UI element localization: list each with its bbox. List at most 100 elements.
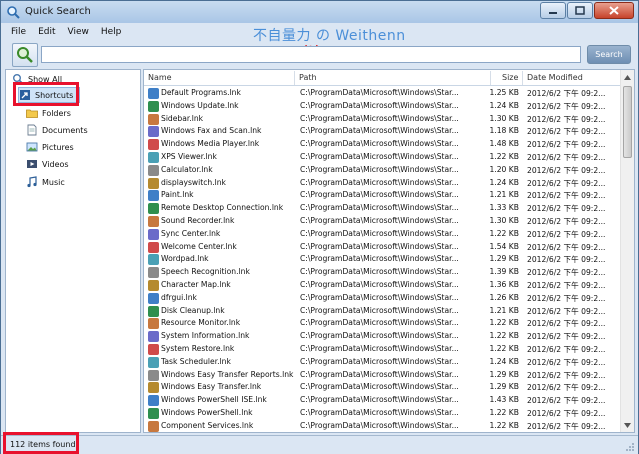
cell-name: Default Programs.lnk	[161, 88, 241, 97]
table-row[interactable]: Component Services.lnk C:\ProgramData\Mic…	[144, 420, 620, 432]
shortcut-file-icon	[148, 331, 159, 343]
shortcut-file-icon	[148, 190, 159, 202]
table-row[interactable]: Welcome Center.lnk C:\ProgramData\Microso…	[144, 241, 620, 254]
cell-date-modified: 2012/6/2 下午 09:2...	[527, 255, 606, 265]
table-row[interactable]: System Restore.lnk C:\ProgramData\Microso…	[144, 343, 620, 356]
column-header-date-modified[interactable]: Date Modified	[527, 73, 583, 82]
sidebar-item-folders[interactable]: Folders	[26, 105, 126, 121]
shortcut-file-icon	[148, 177, 159, 189]
menu-file[interactable]: File	[5, 25, 32, 41]
scroll-thumb[interactable]	[623, 86, 632, 158]
sidebar-item-documents[interactable]: Documents	[26, 122, 126, 138]
music-icon	[27, 176, 37, 188]
cell-name: Speech Recognition.lnk	[161, 267, 250, 277]
cell-name: Character Map.lnk	[161, 279, 231, 289]
cell-date-modified: 2012/6/2 下午 09:2...	[527, 191, 606, 201]
table-row[interactable]: Remote Desktop Connection.lnk C:\ProgramD…	[144, 202, 620, 215]
cell-size: 1.30 KB	[489, 215, 519, 225]
menu-help[interactable]: Help	[95, 25, 128, 41]
search-button[interactable]: Search	[587, 45, 631, 64]
column-header-name[interactable]: Name	[148, 73, 172, 82]
cell-date-modified: 2012/6/2 下午 09:2...	[527, 344, 606, 354]
cell-size: 1.21 KB	[489, 190, 519, 200]
shortcut-file-icon	[148, 164, 159, 176]
table-row[interactable]: Resource Monitor.lnk C:\ProgramData\Micro…	[144, 317, 620, 330]
table-row[interactable]: Task Scheduler.lnk C:\ProgramData\Microso…	[144, 356, 620, 369]
quick-search-window: Quick Search File Edit View Help 不自量力 の …	[0, 0, 639, 454]
menu-view[interactable]: View	[62, 25, 95, 41]
menu-edit[interactable]: Edit	[32, 25, 61, 41]
sidebar-item-label: Music	[42, 177, 65, 187]
table-row[interactable]: displayswitch.lnk C:\ProgramData\Microsof…	[144, 177, 620, 190]
scroll-up-button[interactable]	[621, 70, 634, 84]
sidebar-item-pictures[interactable]: Pictures	[26, 139, 126, 155]
document-icon	[27, 124, 37, 136]
table-row[interactable]: Sidebar.lnk C:\ProgramData\Microsoft\Wind…	[144, 113, 620, 126]
sidebar-item-label: Pictures	[42, 142, 74, 152]
table-row[interactable]: Windows Update.lnk C:\ProgramData\Microso…	[144, 100, 620, 113]
table-row[interactable]: System Information.lnk C:\ProgramData\Mic…	[144, 330, 620, 343]
column-divider[interactable]	[522, 71, 523, 85]
cell-path: C:\ProgramData\Microsoft\Windows\Star...	[300, 113, 459, 123]
table-row[interactable]: Windows Media Player.lnk C:\ProgramData\M…	[144, 138, 620, 151]
cell-path: C:\ProgramData\Microsoft\Windows\Star...	[300, 126, 459, 136]
table-row[interactable]: Windows PowerShell ISE.lnk C:\ProgramData…	[144, 394, 620, 407]
table-row[interactable]: Disk Cleanup.lnk C:\ProgramData\Microsoft…	[144, 305, 620, 318]
shortcut-file-icon	[148, 113, 159, 125]
cell-path: C:\ProgramData\Microsoft\Windows\Star...	[300, 177, 459, 187]
shortcut-file-icon	[148, 100, 159, 112]
cell-name: Disk Cleanup.lnk	[161, 305, 225, 315]
scroll-down-button[interactable]	[621, 418, 634, 432]
cell-size: 1.18 KB	[489, 126, 519, 136]
chevron-up-icon	[624, 74, 631, 80]
picture-icon	[26, 142, 38, 152]
table-row[interactable]: Paint.lnk C:\ProgramData\Microsoft\Window…	[144, 189, 620, 202]
table-row[interactable]: dfrgui.lnk C:\ProgramData\Microsoft\Windo…	[144, 292, 620, 305]
table-row[interactable]: Windows Fax and Scan.lnk C:\ProgramData\M…	[144, 125, 620, 138]
table-row[interactable]: Character Map.lnk C:\ProgramData\Microsof…	[144, 279, 620, 292]
shortcut-file-icon	[148, 139, 159, 151]
table-row[interactable]: Windows Easy Transfer Reports.lnk C:\Prog…	[144, 369, 620, 382]
table-row[interactable]: Wordpad.lnk C:\ProgramData\Microsoft\Wind…	[144, 253, 620, 266]
cell-date-modified: 2012/6/2 下午 09:2...	[527, 293, 606, 303]
cell-size: 1.29 KB	[489, 369, 519, 379]
column-divider[interactable]	[294, 71, 295, 85]
list-rows: Default Programs.lnk C:\ProgramData\Micro…	[144, 87, 620, 432]
title-bar[interactable]: Quick Search	[1, 1, 638, 23]
table-row[interactable]: Sound Recorder.lnk C:\ProgramData\Microso…	[144, 215, 620, 228]
video-icon	[27, 160, 37, 168]
table-row[interactable]: Windows Easy Transfer.lnk C:\ProgramData\…	[144, 381, 620, 394]
close-button[interactable]	[594, 2, 634, 19]
maximize-icon	[575, 6, 585, 15]
cell-name: dfrgui.lnk	[161, 292, 197, 302]
cell-path: C:\ProgramData\Microsoft\Windows\Star...	[300, 343, 459, 353]
cell-name: Sound Recorder.lnk	[161, 215, 235, 225]
cell-path: C:\ProgramData\Microsoft\Windows\Star...	[300, 267, 459, 277]
sidebar-item-music[interactable]: Music	[26, 174, 126, 190]
cell-path: C:\ProgramData\Microsoft\Windows\Star...	[300, 190, 459, 200]
table-row[interactable]: Calculator.lnk C:\ProgramData\Microsoft\W…	[144, 164, 620, 177]
table-row[interactable]: Sync Center.lnk C:\ProgramData\Microsoft\…	[144, 228, 620, 241]
column-header-size[interactable]: Size	[502, 73, 518, 82]
resize-grip-icon[interactable]	[625, 442, 635, 452]
column-header-path[interactable]: Path	[299, 73, 317, 82]
cell-name: Windows Media Player.lnk	[161, 139, 260, 149]
search-input[interactable]	[41, 46, 581, 63]
cell-size: 1.24 KB	[489, 356, 519, 366]
cell-size: 1.48 KB	[489, 139, 519, 149]
sidebar-item-videos[interactable]: Videos	[26, 156, 126, 172]
table-row[interactable]: Speech Recognition.lnk C:\ProgramData\Mic…	[144, 266, 620, 279]
cell-name: Windows PowerShell.lnk	[161, 407, 253, 417]
table-row[interactable]: Default Programs.lnk C:\ProgramData\Micro…	[144, 87, 620, 100]
table-row[interactable]: XPS Viewer.lnk C:\ProgramData\Microsoft\W…	[144, 151, 620, 164]
cell-path: C:\ProgramData\Microsoft\Windows\Star...	[300, 395, 459, 405]
sidebar-item-label: Folders	[42, 108, 71, 118]
shortcut-file-icon	[148, 279, 159, 291]
vertical-scrollbar[interactable]	[620, 70, 634, 432]
maximize-button[interactable]	[567, 2, 593, 19]
quick-search-logo-button[interactable]	[12, 43, 38, 67]
column-divider[interactable]	[490, 71, 491, 85]
table-row[interactable]: Windows PowerShell.lnk C:\ProgramData\Mic…	[144, 407, 620, 420]
cell-date-modified: 2012/6/2 下午 09:2...	[527, 242, 606, 252]
minimize-button[interactable]	[540, 2, 566, 19]
